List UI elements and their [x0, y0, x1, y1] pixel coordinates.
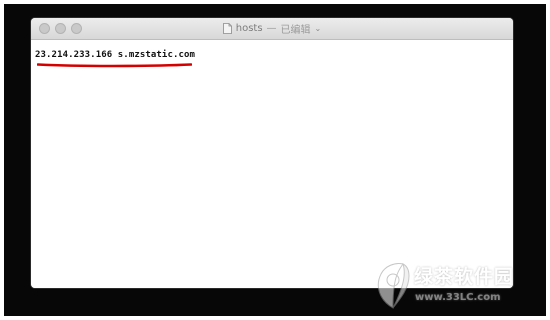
document-icon: [222, 23, 232, 34]
hosts-entry-line[interactable]: 23.214.233.166 s.mzstatic.com: [35, 50, 195, 60]
window-title[interactable]: hosts — 已编辑 ⌄: [31, 18, 513, 39]
watermark-url: www.33LC.com: [415, 292, 501, 303]
text-editor-window: hosts — 已编辑 ⌄ 23.214.233.166 s.mzstatic.…: [31, 18, 513, 288]
editor-content[interactable]: 23.214.233.166 s.mzstatic.com: [31, 40, 513, 288]
leaf-logo-icon: [377, 263, 410, 309]
red-underline-annotation: [37, 63, 192, 68]
window-title-status: 已编辑: [280, 25, 311, 36]
screenshot-frame: hosts — 已编辑 ⌄ 23.214.233.166 s.mzstatic.…: [0, 0, 550, 320]
watermark: 绿茶软件园 www.33LC.com: [371, 256, 550, 314]
window-title-filename: hosts: [235, 23, 263, 34]
window-title-separator: —: [266, 23, 277, 34]
chevron-down-icon[interactable]: ⌄: [315, 24, 322, 33]
title-bar[interactable]: hosts — 已编辑 ⌄: [31, 18, 513, 40]
watermark-text: 绿茶软件园: [414, 266, 515, 288]
